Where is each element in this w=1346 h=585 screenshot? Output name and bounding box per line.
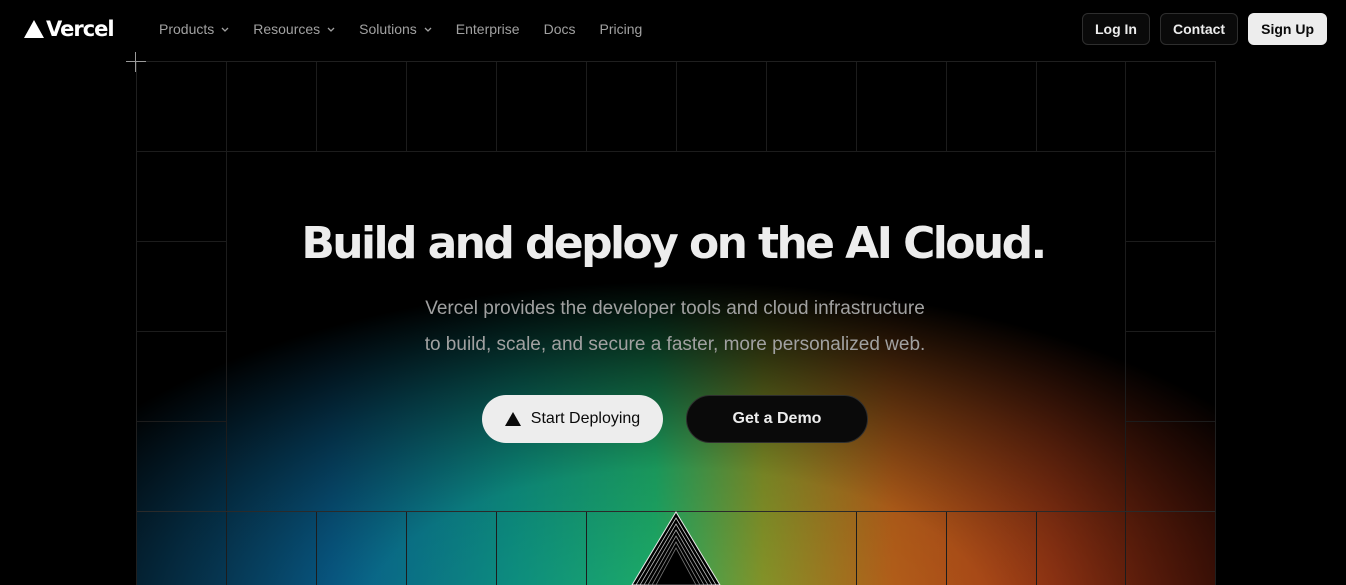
chevron-down-icon xyxy=(327,27,335,32)
nav-item-label: Products xyxy=(159,21,215,37)
grid-line xyxy=(586,62,587,151)
grid-line xyxy=(1036,511,1037,585)
get-a-demo-button[interactable]: Get a Demo xyxy=(686,395,868,443)
chevron-down-icon xyxy=(221,27,229,32)
grid-line xyxy=(856,511,857,585)
grid-line xyxy=(856,62,857,151)
grid-line xyxy=(1125,421,1215,422)
grid-line xyxy=(766,62,767,151)
vercel-triangle-icon xyxy=(504,412,521,426)
grid-line xyxy=(316,62,317,151)
grid-line xyxy=(406,511,407,585)
hero-title: Build and deploy on the AI Cloud. xyxy=(301,218,1047,269)
nav-item-products[interactable]: Products xyxy=(159,0,229,58)
signup-button[interactable]: Sign Up xyxy=(1248,13,1327,45)
nav-item-resources[interactable]: Resources xyxy=(253,0,335,58)
chevron-down-icon xyxy=(424,27,432,32)
start-deploying-button[interactable]: Start Deploying xyxy=(482,395,663,443)
grid-line xyxy=(496,62,497,151)
nav-item-label: Enterprise xyxy=(455,21,520,37)
corner-plus-marker xyxy=(126,52,146,72)
main-menu: Products Resources Solutions Enterprise … xyxy=(159,0,666,58)
nav-item-pricing[interactable]: Pricing xyxy=(599,0,642,58)
grid-line xyxy=(137,421,226,422)
prism-triangle-icon xyxy=(631,511,721,585)
nav-item-solutions[interactable]: Solutions xyxy=(359,0,432,58)
start-deploying-label: Start Deploying xyxy=(530,410,641,427)
get-a-demo-label: Get a Demo xyxy=(732,410,822,427)
grid-line xyxy=(946,62,947,151)
contact-button[interactable]: Contact xyxy=(1159,13,1239,45)
grid-line xyxy=(946,511,947,585)
grid-line xyxy=(137,151,1215,152)
nav-item-label: Docs xyxy=(543,21,576,37)
hero-subtitle-line1: Vercel provides the developer tools and … xyxy=(425,298,925,319)
vercel-triangle-icon xyxy=(24,20,44,38)
top-navigation: Vercel Products Resources Solutions Ente… xyxy=(0,0,1346,58)
hero-subtitle-line2: to build, scale, and secure a faster, mo… xyxy=(424,334,926,355)
grid-line xyxy=(496,511,497,585)
grid-line xyxy=(676,62,677,151)
grid-line xyxy=(586,511,587,585)
nav-item-label: Pricing xyxy=(599,21,643,37)
grid-line xyxy=(406,62,407,151)
nav-item-enterprise[interactable]: Enterprise xyxy=(456,0,520,58)
nav-item-label: Solutions xyxy=(359,21,417,37)
nav-item-docs[interactable]: Docs xyxy=(544,0,576,58)
nav-item-label: Resources xyxy=(253,21,321,37)
nav-actions: Log In Contact Sign Up xyxy=(1081,13,1327,45)
grid-line xyxy=(316,511,317,585)
brand-name: Vercel xyxy=(46,17,115,41)
vercel-logo[interactable]: Vercel xyxy=(24,16,115,42)
grid-line xyxy=(1036,62,1037,151)
login-button[interactable]: Log In xyxy=(1081,13,1150,45)
